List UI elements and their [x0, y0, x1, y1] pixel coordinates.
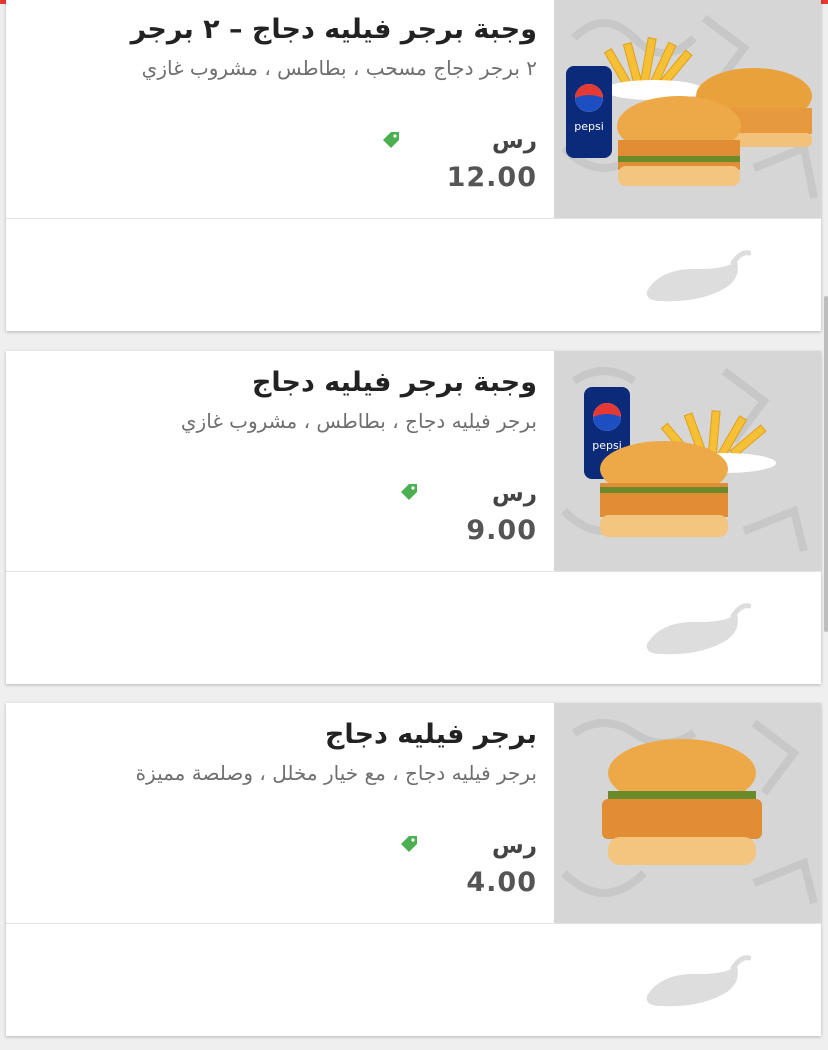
menu-item-price: 12.00 [446, 162, 537, 193]
menu-item-title: وجبة برجر فيليه دجاج [251, 367, 537, 398]
menu-item-price: 4.00 [466, 867, 537, 898]
svg-text:pepsi: pepsi [574, 120, 604, 133]
menu-item-description: ٢ برجر دجاج مسحب ، بطاطس ، مشروب غازي [141, 56, 537, 80]
chili-pepper-icon[interactable] [641, 247, 751, 303]
menu-item-footer [6, 572, 821, 684]
menu-item-title: وجبة برجر فيليه دجاج – ٢ برجر [130, 14, 537, 45]
menu-item-footer [6, 924, 821, 1036]
menu-item-card[interactable]: pepsi وجبة برجر فيليه دجاج – ٢ برجر ٢ بر… [6, 0, 821, 331]
chili-pepper-icon[interactable] [641, 952, 751, 1008]
menu-item-card[interactable]: برجر فيليه دجاج برجر فيليه دجاج ، مع خيا… [6, 703, 821, 1036]
menu-item-price: 9.00 [466, 515, 537, 546]
menu-item-description: برجر فيليه دجاج ، مع خيار مخلل ، وصلصة م… [135, 761, 537, 785]
menu-item-main[interactable]: pepsi وجبة برجر فيليه دجاج – ٢ برجر ٢ بر… [6, 0, 821, 219]
menu-item-footer [6, 219, 821, 331]
tag-icon [401, 484, 417, 500]
menu-item-currency: رس [492, 833, 537, 859]
menu-item-info: وجبة برجر فيليه دجاج برجر فيليه دجاج ، ب… [17, 351, 537, 571]
burger-image[interactable] [554, 703, 821, 923]
menu-item-description: برجر فيليه دجاج ، بطاطس ، مشروب غازي [180, 409, 537, 433]
tag-icon [401, 836, 417, 852]
menu-item-main[interactable]: pepsi وجبة برجر فيليه دجاج برجر فيليه دج… [6, 351, 821, 572]
two-burger-meal-image[interactable]: pepsi [554, 0, 821, 218]
burger-meal-image[interactable]: pepsi [554, 351, 821, 571]
menu-item-currency: رس [492, 481, 537, 507]
menu-item-main[interactable]: برجر فيليه دجاج برجر فيليه دجاج ، مع خيا… [6, 703, 821, 924]
menu-item-title: برجر فيليه دجاج [324, 719, 537, 750]
scrollbar-thumb[interactable] [824, 296, 828, 632]
menu-item-info: وجبة برجر فيليه دجاج – ٢ برجر ٢ برجر دجا… [17, 0, 537, 218]
chili-pepper-icon[interactable] [641, 600, 751, 656]
menu-item-info: برجر فيليه دجاج برجر فيليه دجاج ، مع خيا… [17, 703, 537, 923]
menu-item-card[interactable]: pepsi وجبة برجر فيليه دجاج برجر فيليه دج… [6, 351, 821, 684]
menu-item-currency: رس [492, 128, 537, 154]
tag-icon [383, 132, 399, 148]
